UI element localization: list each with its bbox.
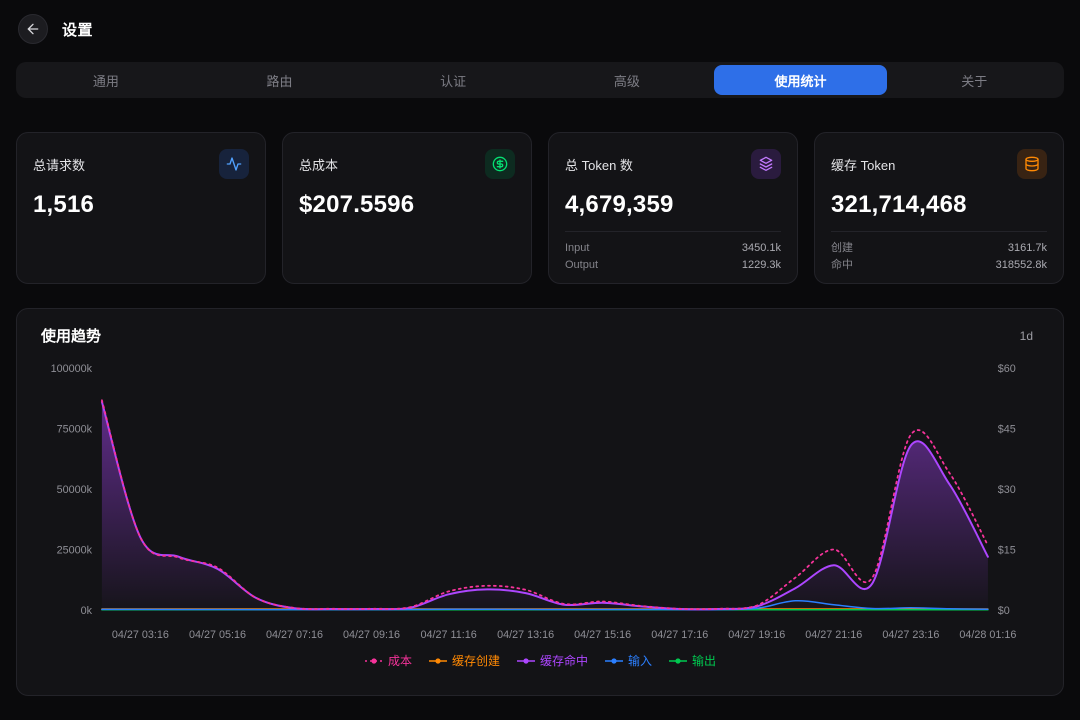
tab-bar: 通用 路由 认证 高级 使用统计 关于 bbox=[16, 62, 1064, 98]
header: 设置 bbox=[0, 0, 1080, 54]
chart-legend: 成本 缓存创建 缓存命中 输入 输出 bbox=[41, 652, 1039, 669]
row-value: 3161.7k bbox=[1008, 240, 1047, 257]
page-title: 设置 bbox=[62, 19, 93, 40]
legend-label: 输入 bbox=[628, 652, 652, 669]
legend-item-cost[interactable]: 成本 bbox=[364, 652, 412, 669]
x-axis-tick: 04/27 03:16 bbox=[112, 629, 169, 641]
card-title: 总成本 bbox=[299, 149, 338, 174]
left-axis-tick: 0k bbox=[81, 605, 93, 617]
x-axis-tick: 04/27 19:16 bbox=[728, 629, 785, 641]
left-axis-tick: 100000k bbox=[51, 363, 93, 375]
legend-label: 缓存命中 bbox=[540, 652, 588, 669]
x-axis-tick: 04/27 07:16 bbox=[266, 629, 323, 641]
cache-breakdown: 创建 3161.7k 命中 318552.8k bbox=[831, 231, 1047, 274]
x-axis-tick: 04/27 05:16 bbox=[189, 629, 246, 641]
trend-chart: 0k 25000k 50000k 75000k 100000k $0 $15 $30 $45 $6… bbox=[41, 352, 1039, 652]
card-value: $207.5596 bbox=[299, 191, 515, 219]
legend-label: 输出 bbox=[692, 652, 716, 669]
chart-title: 使用趋势 bbox=[41, 325, 101, 346]
card-value: 321,714,468 bbox=[831, 191, 1047, 219]
stat-cards: 总请求数 1,516 总成本 $207.5596 总 Token 数 bbox=[16, 132, 1064, 284]
x-axis-tick: 04/27 23:16 bbox=[882, 629, 939, 641]
tab-about[interactable]: 关于 bbox=[887, 65, 1061, 95]
tab-advanced[interactable]: 高级 bbox=[540, 65, 714, 95]
card-value: 1,516 bbox=[33, 191, 249, 219]
legend-item-input[interactable]: 输入 bbox=[604, 652, 652, 669]
cache-hit-area bbox=[102, 402, 988, 610]
stat-card-total-requests: 总请求数 1,516 bbox=[16, 132, 266, 284]
legend-marker bbox=[428, 656, 448, 666]
legend-marker bbox=[516, 656, 536, 666]
dollar-icon bbox=[485, 149, 515, 179]
stat-card-cache-tokens: 缓存 Token 321,714,468 创建 3161.7k 命中 31855… bbox=[814, 132, 1064, 284]
row-input: Input 3450.1k bbox=[565, 240, 781, 257]
row-label: 命中 bbox=[831, 257, 853, 274]
x-axis-tick: 04/27 17:16 bbox=[651, 629, 708, 641]
card-title: 总请求数 bbox=[33, 149, 85, 174]
card-value: 4,679,359 bbox=[565, 191, 781, 219]
row-value: 1229.3k bbox=[742, 257, 781, 274]
activity-icon bbox=[219, 149, 249, 179]
legend-marker bbox=[604, 656, 624, 666]
range-selector[interactable]: 1d bbox=[1014, 327, 1039, 345]
token-breakdown: Input 3450.1k Output 1229.3k bbox=[565, 231, 781, 274]
tab-auth[interactable]: 认证 bbox=[366, 65, 540, 95]
right-axis-tick: $30 bbox=[998, 484, 1016, 496]
right-axis-tick: $0 bbox=[998, 605, 1010, 617]
tab-routing[interactable]: 路由 bbox=[193, 65, 367, 95]
legend-marker bbox=[364, 656, 384, 666]
usage-trend-card: 使用趋势 1d 0k 25000k 50000k 75000k 100000k $0 $15… bbox=[16, 308, 1064, 696]
legend-marker bbox=[668, 656, 688, 666]
row-create: 创建 3161.7k bbox=[831, 240, 1047, 257]
legend-item-cache-hit[interactable]: 缓存命中 bbox=[516, 652, 588, 669]
row-value: 318552.8k bbox=[996, 257, 1047, 274]
layers-icon bbox=[751, 149, 781, 179]
stat-card-total-tokens: 总 Token 数 4,679,359 Input 3450.1k Output… bbox=[548, 132, 798, 284]
arrow-left-icon bbox=[25, 21, 41, 37]
x-axis-tick: 04/27 11:16 bbox=[421, 629, 477, 641]
row-label: 创建 bbox=[831, 240, 853, 257]
x-axis-tick: 04/28 01:16 bbox=[959, 629, 1016, 641]
row-label: Output bbox=[565, 257, 598, 274]
right-axis-tick: $15 bbox=[998, 544, 1016, 556]
left-axis-tick: 50000k bbox=[57, 484, 93, 496]
x-axis-tick: 04/27 13:16 bbox=[497, 629, 554, 641]
stat-card-total-cost: 总成本 $207.5596 bbox=[282, 132, 532, 284]
left-axis-tick: 25000k bbox=[57, 544, 93, 556]
legend-label: 成本 bbox=[388, 652, 412, 669]
row-value: 3450.1k bbox=[742, 240, 781, 257]
right-axis-tick: $60 bbox=[998, 363, 1016, 375]
series-line-2 bbox=[102, 402, 988, 609]
right-axis-tick: $45 bbox=[998, 423, 1016, 435]
legend-item-cache-create[interactable]: 缓存创建 bbox=[428, 652, 500, 669]
tab-usage-stats[interactable]: 使用统计 bbox=[714, 65, 888, 95]
card-title: 总 Token 数 bbox=[565, 149, 633, 174]
x-axis-tick: 04/27 15:16 bbox=[574, 629, 631, 641]
row-label: Input bbox=[565, 240, 589, 257]
card-title: 缓存 Token bbox=[831, 149, 895, 174]
database-icon bbox=[1017, 149, 1047, 179]
x-axis-tick: 04/27 21:16 bbox=[805, 629, 862, 641]
row-hit: 命中 318552.8k bbox=[831, 257, 1047, 274]
left-axis-tick: 75000k bbox=[57, 423, 93, 435]
back-button[interactable] bbox=[18, 14, 48, 44]
legend-label: 缓存创建 bbox=[452, 652, 500, 669]
x-axis-tick: 04/27 09:16 bbox=[343, 629, 400, 641]
series-line-0 bbox=[102, 400, 988, 609]
tab-general[interactable]: 通用 bbox=[19, 65, 193, 95]
row-output: Output 1229.3k bbox=[565, 257, 781, 274]
legend-item-output[interactable]: 输出 bbox=[668, 652, 716, 669]
